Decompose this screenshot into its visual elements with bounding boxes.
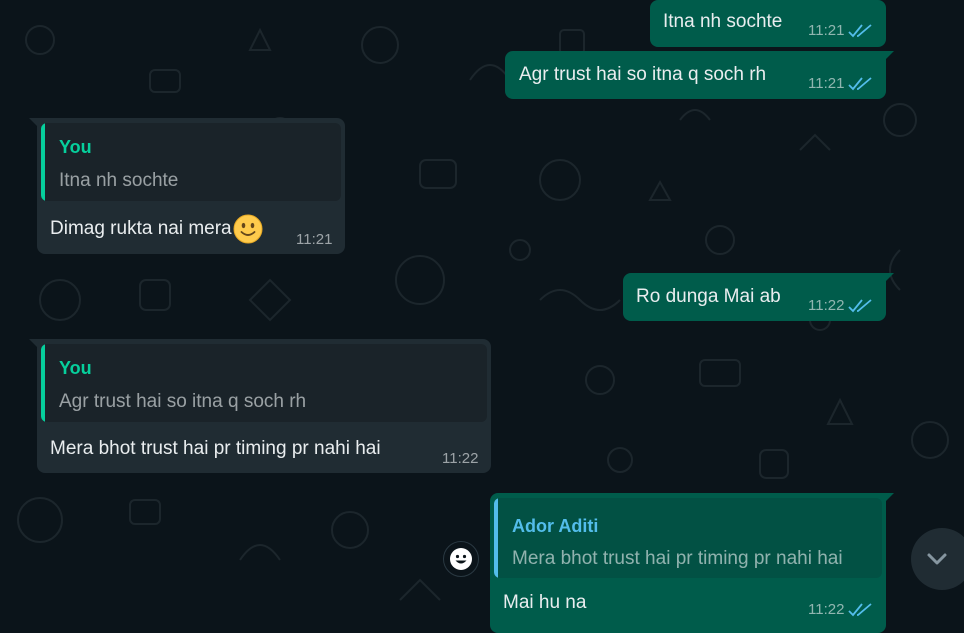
outgoing-message[interactable]: Ro dunga Mai ab 11:22 [623,273,894,321]
message-text: Dimag rukta nai mera [50,218,232,240]
message-time: 11:22 [808,601,845,618]
message-text: Ro dunga Mai ab [636,286,781,307]
message-text: Mera bhot trust hai pr timing pr nahi ha… [50,438,381,459]
quoted-message[interactable]: You Itna nh sochte [41,123,341,201]
quote-author: You [59,137,92,157]
quote-bar [41,123,45,201]
message-time: 11:21 [808,75,845,92]
incoming-message[interactable]: You Itna nh sochte Dimag rukta nai mera … [29,118,345,254]
quote-author: Ador Aditi [512,516,599,536]
double-check-icon [848,298,873,312]
message-time: 11:22 [808,297,845,314]
double-check-icon [848,602,873,616]
quote-text: Agr trust hai so itna q soch rh [59,391,307,412]
chevron-down-icon [927,553,947,565]
message-meta: 11:21 [296,231,332,248]
message-text: Itna nh sochte [663,11,783,32]
quote-bar [41,344,45,422]
scroll-to-bottom-button[interactable] [911,528,964,590]
double-check-icon [848,76,873,90]
smiley-react-icon [450,548,472,570]
message-text: Mai hu na [503,592,587,613]
message-time: 11:22 [442,450,479,467]
double-check-icon [848,23,873,37]
message-time: 11:21 [296,231,333,248]
message-text: Agr trust hai so itna q soch rh [519,64,767,85]
message-meta: 11:22 [442,450,478,467]
message-text-row: Dimag rukta nai mera [50,214,263,244]
message-meta: 11:21 [808,75,874,92]
message-meta: 11:21 [808,22,874,39]
react-button[interactable] [443,541,479,577]
quote-text: Itna nh sochte [59,170,179,191]
quote-text: Mera bhot trust hai pr timing pr nahi ha… [512,548,843,569]
quote-bar [494,498,498,578]
outgoing-message[interactable]: Ador Aditi Mera bhot trust hai pr timing… [490,493,894,633]
incoming-message[interactable]: You Agr trust hai so itna q soch rh Mera… [29,339,491,473]
message-meta: 11:22 [808,297,874,314]
message-meta: 11:22 [808,601,874,618]
quote-author: You [59,358,92,378]
message-time: 11:21 [808,22,845,39]
slightly-smiling-face-icon [233,214,263,244]
outgoing-message[interactable]: Agr trust hai so itna q soch rh 11:21 [505,51,894,99]
quoted-message[interactable]: You Agr trust hai so itna q soch rh [41,344,487,422]
outgoing-message[interactable]: Itna nh sochte 11:21 [650,0,886,47]
quoted-message[interactable]: Ador Aditi Mera bhot trust hai pr timing… [494,498,882,578]
